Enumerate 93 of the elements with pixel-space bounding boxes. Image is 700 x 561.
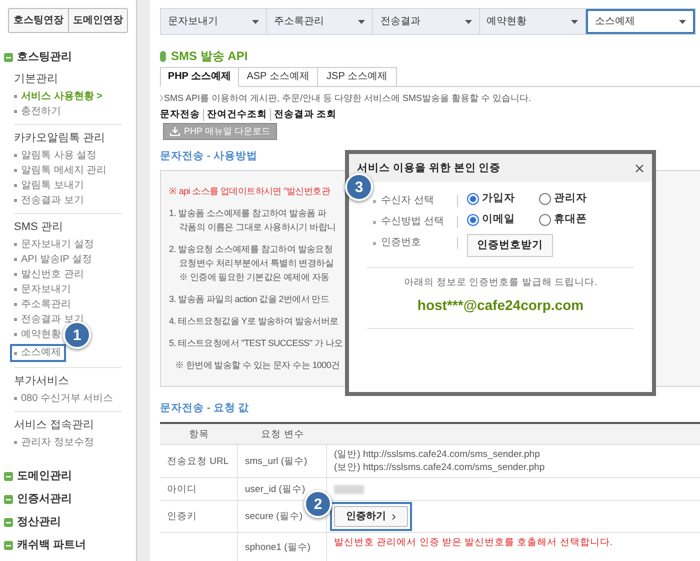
footnote: ※ 한번에 발송할 수 있는 문자 수는 1000건	[174, 359, 340, 372]
menu-item[interactable]: 전송결과 보기	[14, 193, 122, 208]
radio-button[interactable]	[539, 214, 551, 226]
nav-dropdown[interactable]: 전송결과	[373, 9, 480, 34]
caret-icon	[464, 20, 472, 24]
section-title[interactable]: 정산관리	[17, 515, 61, 529]
step-text: 3. 발송폼 파일의 action 값을 2번에서 만드	[169, 293, 330, 306]
dialog-title: 서비스 이용을 위한 본인 인증	[357, 162, 501, 174]
column-header: 요청 변수	[260, 428, 305, 440]
table-cell: (보안) https://sslsms.cafe24.com/sms_sender.php	[334, 461, 545, 474]
group-title: 서비스 접속관리	[14, 418, 96, 433]
field-label: 인증번호	[381, 237, 421, 249]
menu-item[interactable]: 알림톡 사용 설정	[14, 148, 122, 163]
notice-text: ※ api 소스를 업데이트하시면 "발신번호관	[169, 185, 330, 198]
download-icon	[170, 127, 180, 136]
table-cell: sphone1 (필수)	[245, 541, 310, 554]
caret-icon	[679, 20, 686, 24]
menu-item[interactable]: API 발송IP 설정	[14, 252, 122, 267]
renew-button[interactable]: 도메인연장	[68, 9, 127, 32]
step-text: ※ 인증에 필요한 기본값은 예제에 자동	[178, 271, 330, 284]
menu-item[interactable]: 080 수신거부 서비스	[14, 391, 122, 406]
caret-icon	[358, 20, 366, 24]
step-text: 2. 발송요청 소스예제를 참고하여 발송요청	[169, 243, 333, 256]
info-text: 아래의 정보로 인증번호를 발급해 드립니다.	[404, 277, 598, 289]
menu-item[interactable]: 문자보내기 설정	[14, 237, 122, 252]
radio-label: 휴대폰	[554, 213, 587, 226]
group-title: 카카오알림톡 관리	[14, 131, 106, 146]
field-label: 수신방법 선택	[381, 216, 444, 228]
section-heading: 문자전송 - 사용방법	[160, 149, 258, 163]
tab[interactable]: PHP 소스예제	[160, 67, 239, 87]
menu-item[interactable]: 알림톡 메세지 관리	[14, 163, 122, 178]
step-text: 요청변수 처리부분에서 특별히 변경하실	[178, 257, 334, 270]
menu-item[interactable]: 발신번호 관리	[14, 267, 122, 282]
step-text: 5. 테스트요청에서 "TEST SUCCESS" 가 나오	[169, 337, 343, 350]
table-cell: user_id (필수)	[245, 482, 306, 496]
get-code-button[interactable]: 인증번호받기	[467, 234, 553, 257]
nav-dropdown[interactable]: 문자보내기	[161, 9, 268, 34]
radio-label: 가입자	[482, 192, 515, 205]
tab[interactable]: JSP 소스예제	[318, 67, 397, 87]
minus-square-icon	[4, 472, 13, 480]
link[interactable]: 문자전송	[160, 109, 200, 121]
nav-dropdown[interactable]: 주소록관리	[267, 9, 374, 34]
menu-item[interactable]: 관리자 정보수정	[14, 435, 122, 450]
tab[interactable]: ASP 소스예제	[239, 67, 318, 87]
section-title[interactable]: 도메인관리	[17, 469, 72, 483]
email-address: host***@cafe24corp.com	[417, 297, 584, 314]
page-title: SMS 발송 API	[171, 48, 248, 64]
table-cell: 전송요청 URL	[167, 454, 229, 468]
step-text: 1. 발송폼 소스예제를 참고하여 발송폼 파	[169, 207, 326, 220]
radio-label: 관리자	[554, 192, 587, 205]
chevron-icon	[392, 514, 396, 520]
table-cell: secure (필수)	[245, 510, 302, 523]
radio-button[interactable]	[539, 192, 551, 204]
link[interactable]: 전송결과 조회	[270, 109, 337, 121]
menu-item[interactable]: 문자보내기	[14, 282, 122, 297]
group-title: SMS 관리	[14, 220, 64, 235]
menu-item[interactable]: 소스예제	[10, 344, 66, 362]
step-text: 4. 테스트요청값을 Y로 발송하여 발송서버로	[169, 315, 338, 328]
callout-badge: 2	[304, 490, 332, 518]
group-title: 기본관리	[14, 72, 59, 87]
caret-icon	[570, 20, 578, 24]
nav-dropdown[interactable]: 소스예제	[586, 9, 696, 34]
group-title: 부가서비스	[14, 374, 70, 389]
note-text: 발신번호 관리에서 인증 받은 발신번호를 호출해서 선택합니다.	[334, 536, 612, 549]
close-icon[interactable]	[635, 164, 644, 172]
radio-button[interactable]	[467, 192, 479, 204]
minus-square-icon	[4, 518, 13, 526]
minus-square-icon	[4, 540, 13, 550]
renew-button[interactable]: 호스팅연장	[9, 9, 68, 32]
radio-button[interactable]	[467, 214, 479, 226]
table-cell: 아이디	[167, 482, 197, 496]
description: SMS API를 이용하여 게시판, 주문/안내 등 다양한 서비스에 SMS발송을 활용할 수 있습니다.	[164, 92, 532, 104]
section-title[interactable]: 캐쉬백 파트너	[17, 538, 86, 552]
auth-button[interactable]: 인증하기	[334, 506, 408, 527]
table-cell: (일반) http://sslsms.cafe24.com/sms_sender.php	[334, 448, 540, 461]
table-cell: 인증키	[167, 510, 197, 523]
section-title[interactable]: 인증서관리	[17, 492, 72, 506]
table-cell: sms_url (필수)	[245, 454, 308, 468]
section-title[interactable]: 호스팅관리	[17, 50, 72, 64]
section-heading: 문자전송 - 요청 값	[160, 401, 250, 415]
menu-item[interactable]: 충전하기	[14, 104, 122, 119]
blurred-value	[334, 484, 364, 494]
minus-square-icon	[4, 52, 13, 62]
column-header: 항목	[188, 428, 210, 440]
link[interactable]: 잔여건수조회	[203, 109, 267, 121]
chevron-icon	[160, 95, 163, 101]
minus-square-icon	[4, 494, 13, 504]
menu-item[interactable]: 주소록관리	[14, 297, 122, 312]
step-text: 각폼의 이름은 그대로 사용하시기 바랍니	[178, 221, 336, 234]
field-label: 수신자 선택	[381, 195, 434, 207]
radio-label: 이메일	[482, 213, 515, 226]
caret-icon	[252, 20, 260, 24]
menu-item[interactable]: 알림톡 보내기	[14, 178, 122, 193]
